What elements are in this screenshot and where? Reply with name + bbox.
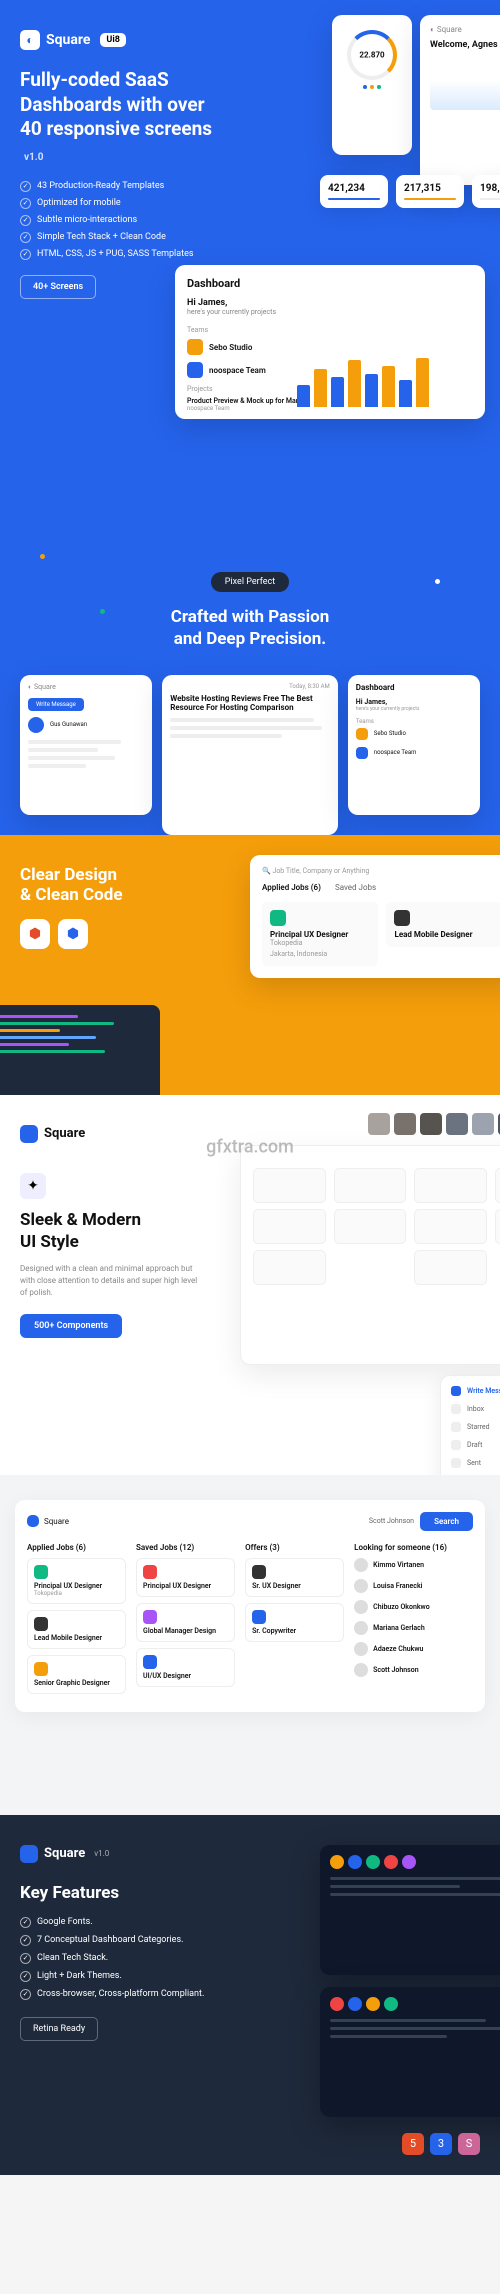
search-button[interactable]: Search xyxy=(420,1512,473,1531)
components-button[interactable]: 500+ Components xyxy=(20,1314,122,1338)
hero-title: Fully-coded SaaS Dashboards with over 40… xyxy=(20,68,220,167)
section4-title: Sleek & ModernUI Style xyxy=(20,1209,200,1253)
bar-chart xyxy=(297,352,473,407)
clean-code-section: Clear Design& Clean Code ⬢ ⬢ 🔍 Job Title… xyxy=(0,835,500,1095)
msg-left: ◐ Square Write Message Gus Gunawan xyxy=(20,675,152,815)
jobs-mock: 🔍 Job Title, Company or Anything Applied… xyxy=(250,855,500,978)
messaging-mocks: ◐ Square Write Message Gus Gunawan Today… xyxy=(20,675,480,835)
dashboard-mock: Dashboard Hi James, here's your currentl… xyxy=(175,265,485,419)
feature-icon: ✦ xyxy=(20,1173,46,1199)
section4-desc: Designed with a clean and minimal approa… xyxy=(20,1263,200,1299)
sass-icon: S xyxy=(458,2133,480,2155)
code-editor-mock xyxy=(0,1005,160,1095)
brand-name: Square xyxy=(46,32,90,48)
html5-icon: ⬢ xyxy=(20,919,50,949)
welcome-card: ◐ Square Welcome, Agnes xyxy=(420,15,500,185)
css3-icon: ⬢ xyxy=(58,919,88,949)
logo-icon: ◐ xyxy=(20,30,40,50)
check-icon: ✓ xyxy=(20,249,31,260)
logo-icon xyxy=(20,1125,38,1143)
dark-theme-mocks xyxy=(320,1845,500,2129)
sleek-modern-section: Square ✦ Sleek & ModernUI Style Designed… xyxy=(0,1095,500,1475)
key-features-section: Square v1.0 Ui8 Key Features ✓Google Fon… xyxy=(0,1815,500,2175)
job-board-mock: Square Scott Johnson Search Applied Jobs… xyxy=(15,1500,485,1712)
write-msg-btn[interactable]: Write Message xyxy=(28,698,84,711)
ui8-badge: Ui8 xyxy=(100,33,125,47)
check-icon: ✓ xyxy=(20,1989,31,2000)
tech-icons-bottom: 5 3 S xyxy=(402,2133,480,2155)
board-section: Square Scott Johnson Search Applied Jobs… xyxy=(0,1475,500,1815)
check-icon: ✓ xyxy=(20,1971,31,1982)
kanban-mock xyxy=(240,1145,500,1365)
html5-icon: 5 xyxy=(402,2133,424,2155)
check-icon: ✓ xyxy=(20,1953,31,1964)
check-icon: ✓ xyxy=(20,215,31,226)
pixel-perfect-badge: Pixel Perfect xyxy=(211,572,289,592)
check-icon: ✓ xyxy=(20,232,31,243)
screens-button[interactable]: 40+ Screens xyxy=(20,275,96,299)
check-icon: ✓ xyxy=(20,1935,31,1946)
check-icon: ✓ xyxy=(20,198,31,209)
check-icon: ✓ xyxy=(20,1917,31,1928)
gallery-strip xyxy=(368,1113,500,1135)
pixel-perfect-section: Pixel Perfect Crafted with Passionand De… xyxy=(0,539,500,835)
gauge-card xyxy=(332,15,412,155)
retina-button[interactable]: Retina Ready xyxy=(20,2017,98,2041)
msg-center: Today, 8:30 AM Website Hosting Reviews F… xyxy=(162,675,338,835)
logo-icon xyxy=(20,1845,38,1863)
css3-icon: 3 xyxy=(430,2133,452,2155)
stat-cards: 421,234 217,315 198,516 xyxy=(320,175,500,208)
hero-section: ◐ Square Ui8 Fully-coded SaaS Dashboards… xyxy=(0,0,500,539)
check-icon: ✓ xyxy=(20,181,31,192)
gauge-chart xyxy=(347,30,397,80)
mock-cards: ◐ Square Welcome, Agnes xyxy=(332,15,500,185)
section2-title: Crafted with Passionand Deep Precision. xyxy=(20,606,480,650)
email-sidebar-mock: Write Mess... Inbox Starred Draft Sent S… xyxy=(440,1375,500,1475)
msg-right: Dashboard Hi James, here's your currentl… xyxy=(348,675,480,815)
